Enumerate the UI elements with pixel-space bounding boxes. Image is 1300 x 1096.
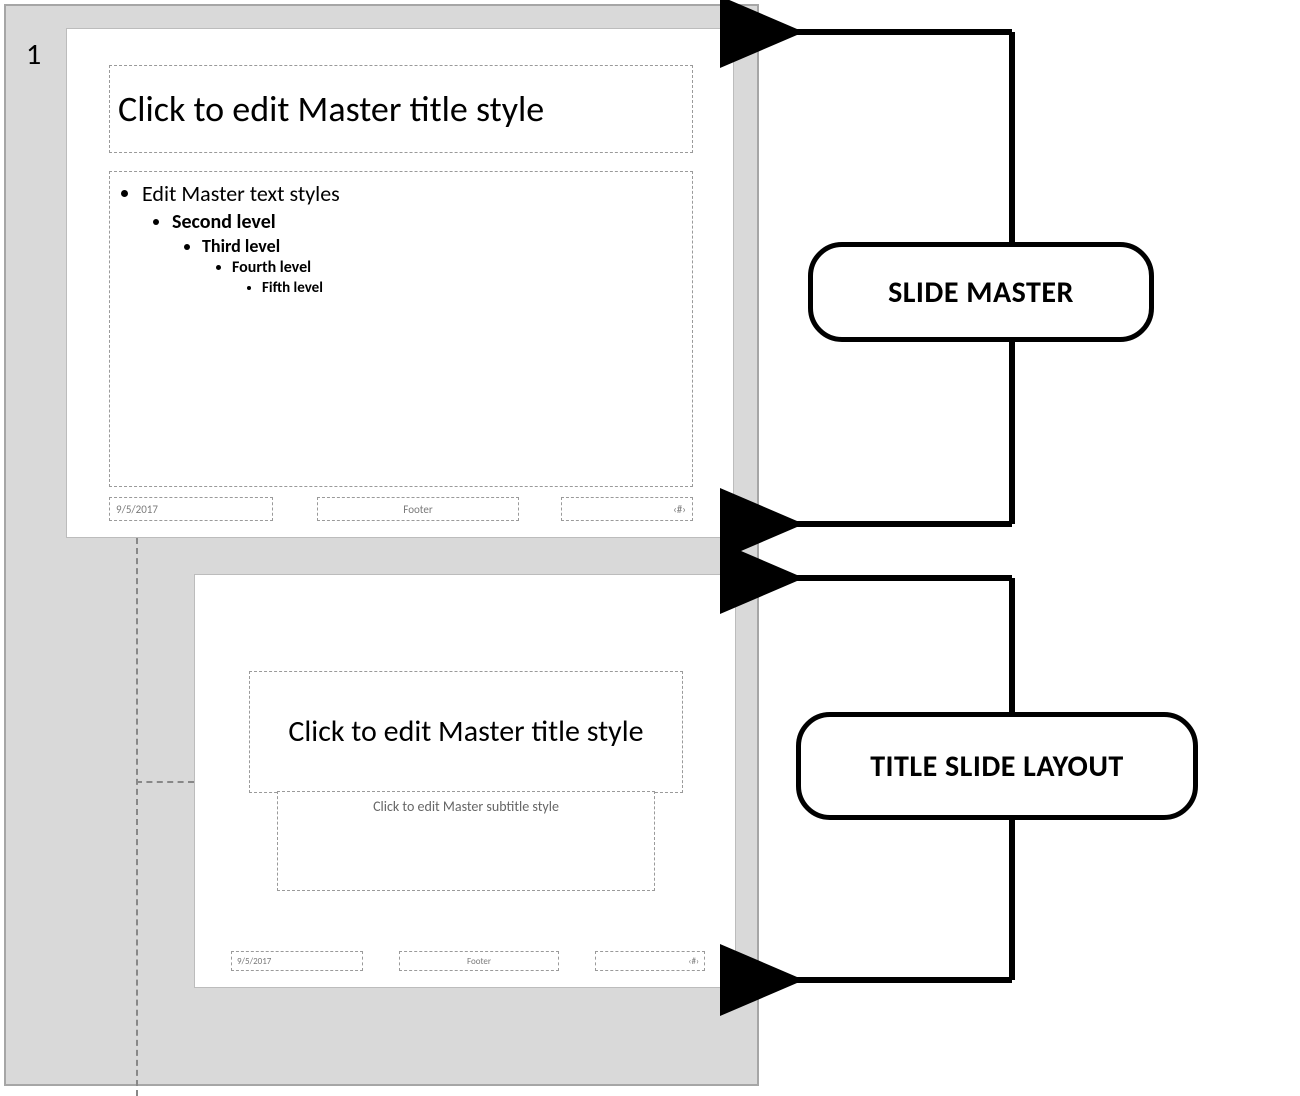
master-title-placeholder[interactable]: Click to edit Master title style: [109, 65, 693, 153]
layout-date-placeholder[interactable]: 9/5/2017: [231, 951, 363, 971]
tree-connector-horizontal: [136, 781, 194, 783]
layout-title-text: Click to edit Master title style: [288, 715, 643, 750]
layout-title-placeholder[interactable]: Click to edit Master title style: [249, 671, 683, 793]
callout-title-slide-layout: TITLE SLIDE LAYOUT: [796, 712, 1198, 820]
tree-connector-vertical: [136, 538, 138, 1096]
master-title-text: Click to edit Master title style: [118, 87, 544, 131]
master-pagenum-placeholder[interactable]: ‹#›: [561, 497, 693, 521]
slide-panel: 1 Click to edit Master title style Edit …: [4, 4, 759, 1086]
bullet-level-5: Fifth level: [262, 279, 684, 299]
master-body-placeholder[interactable]: Edit Master text styles Second level Thi…: [109, 171, 693, 487]
bullet-level-2: Second level Third level Fourth level Fi…: [172, 209, 684, 299]
master-footer-placeholder[interactable]: Footer: [317, 497, 519, 521]
bullet-level-4: Fourth level Fifth level: [232, 258, 684, 298]
title-slide-layout-thumbnail[interactable]: Click to edit Master title style Click t…: [194, 574, 736, 988]
master-date-placeholder[interactable]: 9/5/2017: [109, 497, 273, 521]
callout-slide-master: SLIDE MASTER: [808, 242, 1154, 342]
slide-master-thumbnail[interactable]: Click to edit Master title style Edit Ma…: [66, 28, 734, 538]
bullet-level-1: Edit Master text styles Second level Thi…: [142, 180, 684, 298]
bullet-level-3: Third level Fourth level Fifth level: [202, 235, 684, 299]
layout-subtitle-text: Click to edit Master subtitle style: [373, 798, 559, 815]
master-index: 1: [26, 36, 41, 73]
layout-pagenum-placeholder[interactable]: ‹#›: [595, 951, 705, 971]
layout-footer-placeholder[interactable]: Footer: [399, 951, 559, 971]
layout-subtitle-placeholder[interactable]: Click to edit Master subtitle style: [277, 791, 655, 891]
